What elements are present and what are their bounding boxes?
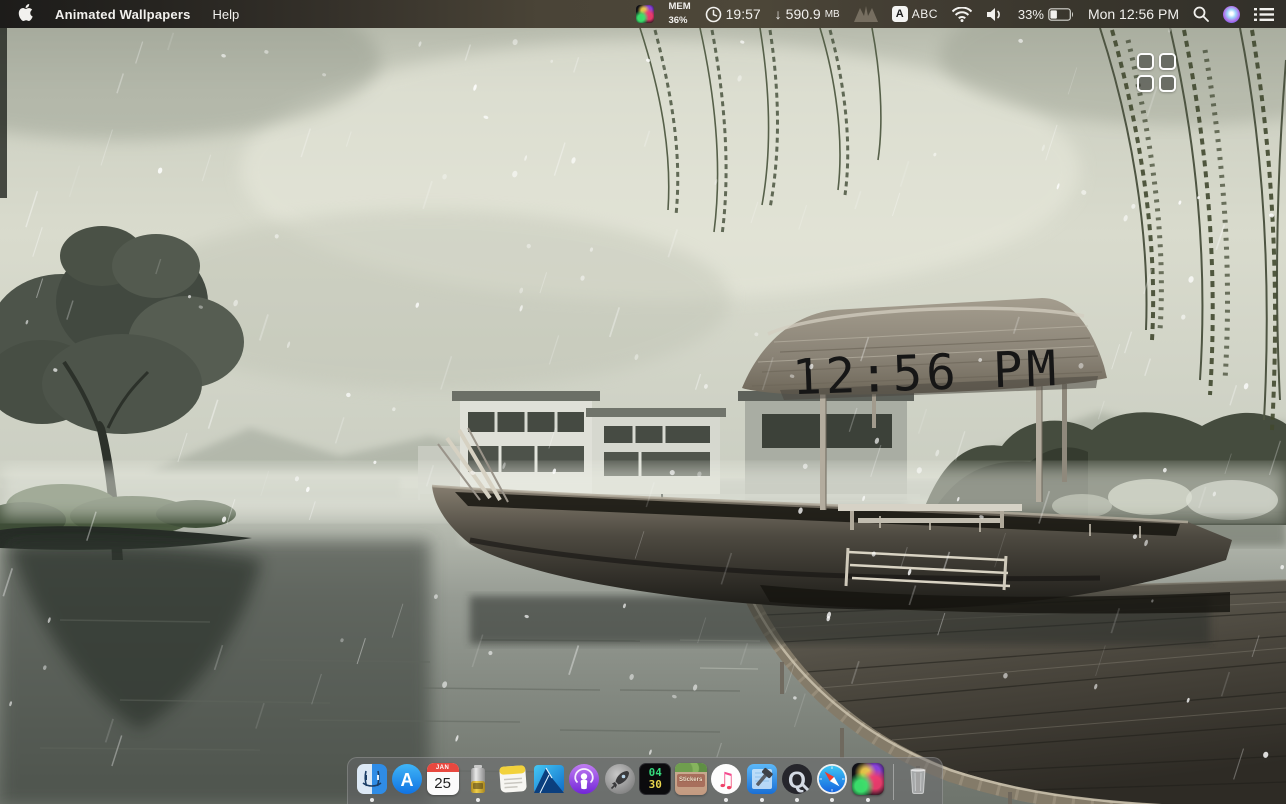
siri-icon bbox=[1223, 6, 1240, 23]
menu-bar: Animated Wallpapers Help MEM 36% 19:57 ↓… bbox=[0, 0, 1286, 28]
trash-icon bbox=[902, 763, 934, 795]
dock-quicktime[interactable]: Q bbox=[780, 763, 813, 803]
search-icon bbox=[1193, 6, 1209, 22]
dock-finder[interactable] bbox=[355, 763, 388, 803]
animated-wallpapers-icon bbox=[852, 763, 884, 795]
battery-percent: 33% bbox=[1018, 7, 1044, 22]
leaves-decoration bbox=[675, 763, 707, 772]
active-app-name[interactable]: Animated Wallpapers bbox=[55, 7, 191, 22]
dock: A JAN 25 bbox=[347, 757, 943, 804]
dock-safari[interactable] bbox=[816, 763, 849, 803]
wifi-menu-extra[interactable] bbox=[952, 7, 972, 22]
list-icon bbox=[1254, 7, 1274, 22]
input-source-menu-extra[interactable]: A ABC bbox=[892, 6, 938, 22]
timer-icon: 04 30 bbox=[639, 763, 671, 795]
clock-menu-extra[interactable]: Mon 12:56 PM bbox=[1088, 6, 1179, 22]
app-store-icon: A bbox=[391, 763, 423, 795]
grid-cell bbox=[1137, 53, 1154, 70]
wallpaper: 12:56 PM bbox=[0, 0, 1286, 804]
svg-text:Q: Q bbox=[788, 767, 806, 793]
dock-podcasts[interactable] bbox=[568, 763, 601, 803]
input-name: ABC bbox=[912, 7, 938, 21]
clock-icon bbox=[705, 6, 722, 23]
quicktime-icon: Q bbox=[781, 763, 813, 795]
timer-line2: 30 bbox=[649, 779, 662, 791]
svg-text:A: A bbox=[401, 770, 414, 790]
net-unit: MB bbox=[825, 9, 840, 20]
down-arrow: ↓ bbox=[775, 6, 782, 22]
stickers-icon: Stickers bbox=[675, 763, 707, 795]
wallpaper-menu-extra[interactable] bbox=[636, 5, 654, 23]
music-icon: ♫ bbox=[710, 763, 742, 795]
calendar-day: 25 bbox=[427, 772, 459, 795]
battery-app-icon bbox=[462, 763, 494, 795]
dock-animated-wallpapers[interactable] bbox=[851, 763, 884, 803]
mem-label: MEM bbox=[668, 2, 690, 12]
mountain-m-icon bbox=[854, 6, 878, 22]
dock-notes[interactable] bbox=[497, 763, 530, 803]
grid-cell bbox=[1159, 75, 1176, 92]
wifi-icon bbox=[952, 7, 972, 22]
notes-icon bbox=[497, 763, 529, 795]
dock-stickers[interactable]: Stickers bbox=[674, 763, 707, 803]
network-menu-extra[interactable]: ↓590.9 MB bbox=[775, 6, 840, 22]
speaker-icon bbox=[986, 7, 1004, 22]
apple-icon bbox=[18, 4, 33, 21]
notification-center-menu-extra[interactable] bbox=[1254, 7, 1274, 22]
net-value: 590.9 bbox=[786, 6, 821, 22]
desktop: 12:56 PM bbox=[0, 0, 1286, 804]
dock-affinity[interactable] bbox=[532, 763, 565, 803]
rocket-icon bbox=[604, 763, 636, 795]
calendar-month: JAN bbox=[427, 763, 459, 772]
timer-value: 19:57 bbox=[726, 6, 761, 22]
timer-menu-extra[interactable]: 19:57 bbox=[705, 6, 761, 23]
input-badge: A bbox=[892, 6, 908, 22]
menu-help[interactable]: Help bbox=[213, 7, 240, 22]
apple-menu[interactable] bbox=[18, 4, 33, 24]
desktop-grid-widget[interactable] bbox=[1137, 53, 1176, 92]
battery-menu-extra[interactable]: 33% bbox=[1018, 7, 1074, 22]
pavilion-clock: 12:56 PM bbox=[791, 340, 1061, 406]
spotlight-menu-extra[interactable] bbox=[1193, 6, 1209, 22]
podcasts-icon bbox=[568, 763, 600, 795]
grid-cell bbox=[1159, 53, 1176, 70]
volume-menu-extra[interactable] bbox=[986, 7, 1004, 22]
stickers-label: Stickers bbox=[677, 774, 705, 787]
m-app-menu-extra[interactable] bbox=[854, 6, 878, 22]
dock-music[interactable]: ♫ bbox=[709, 763, 742, 803]
battery-icon bbox=[1048, 8, 1074, 21]
svg-text:♫: ♫ bbox=[717, 768, 736, 792]
calendar-icon: JAN 25 bbox=[427, 763, 459, 795]
nebula-icon bbox=[636, 5, 654, 23]
xcode-icon bbox=[746, 763, 778, 795]
mem-value: 36% bbox=[668, 16, 687, 26]
dock-separator bbox=[893, 764, 894, 800]
dock-timer-app[interactable]: 04 30 bbox=[639, 763, 672, 803]
dock-rocket-app[interactable] bbox=[603, 763, 636, 803]
dock-calendar[interactable]: JAN 25 bbox=[426, 763, 459, 803]
safari-icon bbox=[816, 763, 848, 795]
affinity-icon bbox=[533, 763, 565, 795]
dock-xcode[interactable] bbox=[745, 763, 778, 803]
dock-battery-app[interactable] bbox=[461, 763, 494, 803]
finder-icon bbox=[356, 763, 388, 795]
siri-menu-extra[interactable] bbox=[1223, 6, 1240, 23]
dock-trash[interactable] bbox=[902, 763, 935, 803]
grid-cell bbox=[1137, 75, 1154, 92]
dock-app-store[interactable]: A bbox=[390, 763, 423, 803]
memory-menu-extra[interactable]: MEM 36% bbox=[668, 2, 690, 26]
